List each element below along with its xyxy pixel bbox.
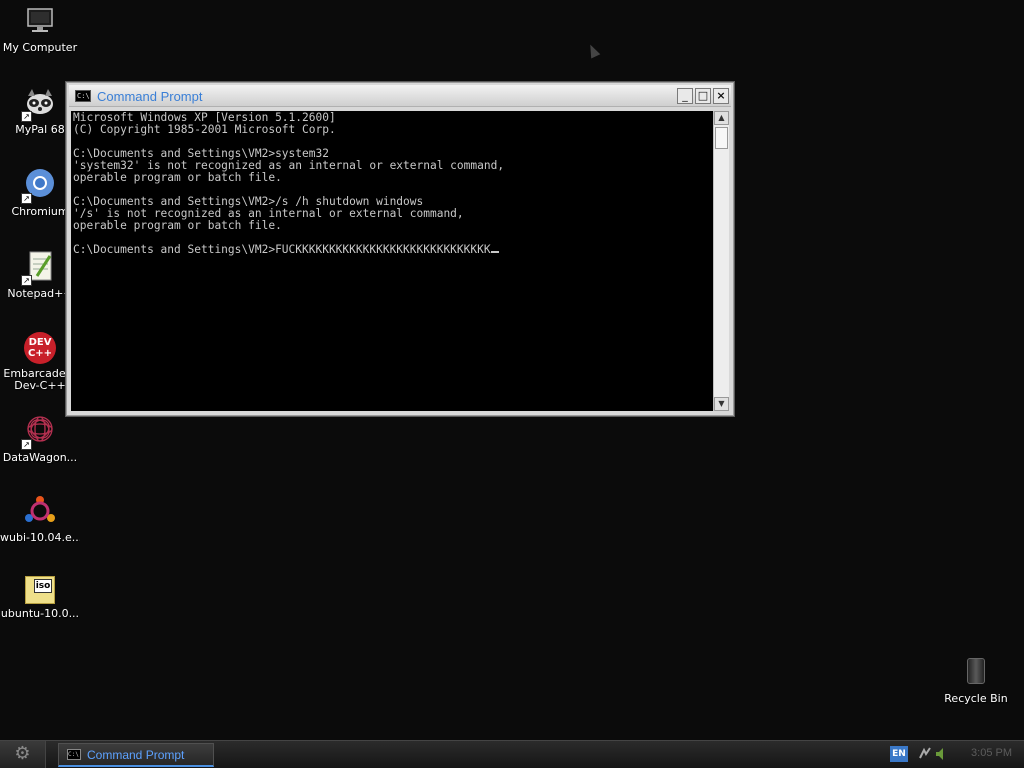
raccoon-icon: ↗ xyxy=(21,86,57,122)
taskbar-button-command-prompt[interactable]: C:\ Command Prompt xyxy=(58,743,214,767)
console-text: Microsoft Windows XP [Version 5.1.2600] … xyxy=(73,111,505,256)
shortcut-arrow-icon: ↗ xyxy=(21,439,32,450)
desktop-icon-label: My Computer xyxy=(2,42,78,54)
shortcut-arrow-icon: ↗ xyxy=(21,275,32,286)
desktop-icon-label: wubi-10.04.e... xyxy=(0,532,80,544)
shortcut-arrow-icon: ↗ xyxy=(21,193,32,204)
desktop-icon-wubi[interactable]: wubi-10.04.e... xyxy=(0,494,80,544)
desktop-icon-my-computer[interactable]: My Computer xyxy=(0,4,80,54)
ubuntu-icon xyxy=(23,494,57,528)
window-title: Command Prompt xyxy=(97,89,203,104)
console-output[interactable]: Microsoft Windows XP [Version 5.1.2600] … xyxy=(71,111,713,411)
desktop-icon-datawagon[interactable]: ↗ DataWagon... xyxy=(0,414,80,464)
devcpp-icon: DEV C++ xyxy=(24,332,56,364)
system-tray: EN 3:05 PM xyxy=(888,741,1024,768)
vertical-scrollbar[interactable]: ▲ ▼ xyxy=(713,111,729,411)
iso-label: iso xyxy=(34,579,52,593)
scroll-down-button[interactable]: ▼ xyxy=(714,397,729,411)
close-button[interactable]: × xyxy=(713,88,729,104)
speaker-icon[interactable] xyxy=(934,746,948,762)
datawagon-icon: ↗ xyxy=(21,414,57,450)
taskbar: ⚙ C:\ Command Prompt EN 3:05 PM xyxy=(0,740,1024,768)
desktop-icon-label: DataWagon... xyxy=(2,452,78,464)
notepad-icon: ↗ xyxy=(21,250,57,286)
recycle-bin-icon xyxy=(967,658,985,684)
command-prompt-window[interactable]: C:\ Command Prompt _ □ × Microsoft Windo… xyxy=(66,82,734,416)
desktop-icon-label: Recycle Bin xyxy=(944,692,1008,705)
language-indicator[interactable]: EN xyxy=(890,746,908,762)
scroll-up-button[interactable]: ▲ xyxy=(714,111,729,125)
taskbar-button-label: Command Prompt xyxy=(87,748,185,762)
desktop-icon-recycle-bin[interactable]: Recycle Bin xyxy=(940,658,1012,705)
chromium-icon: ↗ xyxy=(21,168,57,204)
clock[interactable]: 3:05 PM xyxy=(971,747,1012,759)
window-titlebar[interactable]: C:\ Command Prompt _ □ × xyxy=(69,85,731,107)
desktop-icon-ubuntu-iso[interactable]: iso ubuntu-10.0... xyxy=(0,576,80,620)
desktop[interactable]: My Computer ↗ MyPal 68 ↗ Chromium ↗ Note… xyxy=(0,0,1024,740)
desktop-icon-label: ubuntu-10.0... xyxy=(0,608,80,620)
minimize-button[interactable]: _ xyxy=(677,88,693,104)
mouse-pointer-icon xyxy=(585,42,601,59)
maximize-button[interactable]: □ xyxy=(695,88,711,104)
scroll-thumb[interactable] xyxy=(715,127,728,149)
devcpp-icon-text: DEV C++ xyxy=(27,337,53,359)
shortcut-arrow-icon: ↗ xyxy=(21,111,32,122)
cmd-icon[interactable]: C:\ xyxy=(75,90,91,102)
cmd-icon: C:\ xyxy=(67,749,81,760)
start-button[interactable]: ⚙ xyxy=(0,741,46,768)
network-icon[interactable] xyxy=(918,746,932,762)
iso-file-icon: iso xyxy=(25,576,55,604)
monitor-icon xyxy=(23,4,57,38)
text-cursor xyxy=(490,251,499,253)
